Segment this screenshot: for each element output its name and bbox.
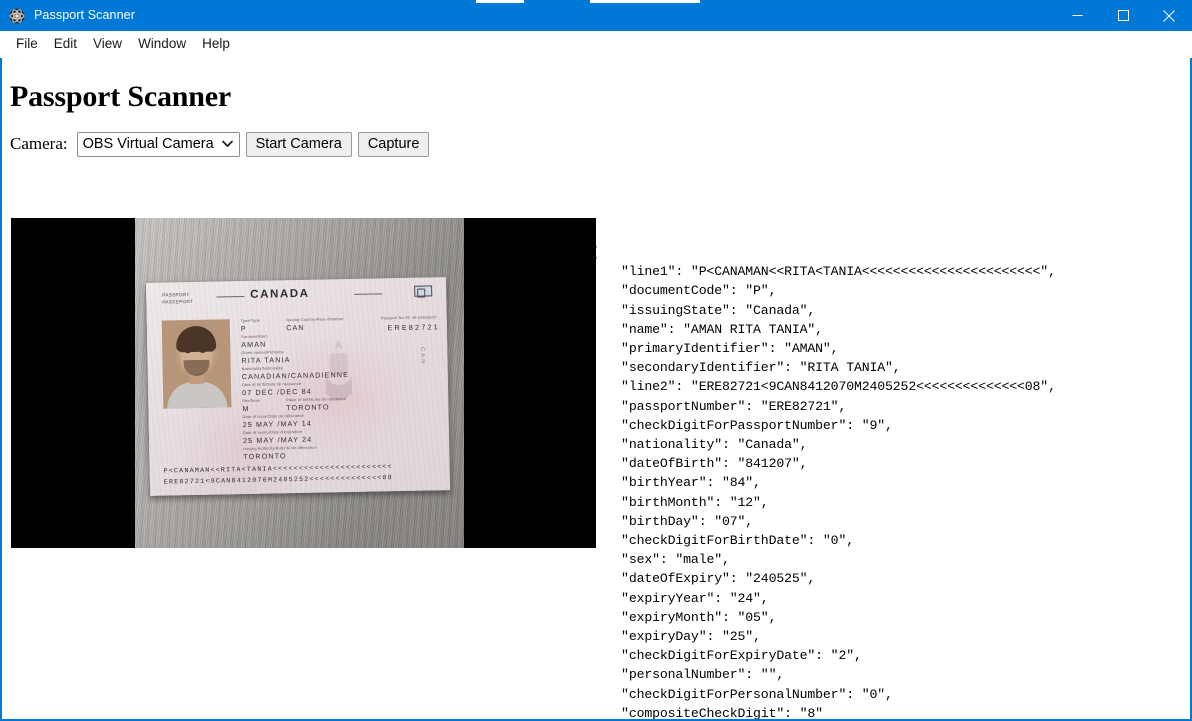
close-button[interactable] [1146,0,1192,31]
camera-frame: PASSPORT PASSEPORT CANADA Type/Type P Is… [135,218,464,548]
json-output: { "line1": "P<CANAMAN<<RITA<TANIA<<<<<<<… [590,243,1056,721]
json-line: "documentCode": "P", [590,283,777,299]
json-line: "line1": "P<CANAMAN<<RITA<TANIA<<<<<<<<<… [590,264,1056,280]
json-line: "expiryMonth": "05", [590,609,777,625]
maximize-button[interactable] [1100,0,1146,31]
json-line: "dateOfBirth": "841207", [590,456,808,472]
passport-side-text: CAN [419,346,426,366]
json-line: "secondaryIdentifier": "RITA TANIA", [590,360,901,376]
passport-no-header: Passport No./N° de passeport [380,315,437,321]
sex-value: M [242,403,250,414]
json-line: "birthDay": "07", [590,513,754,529]
pob-value: TORONTO [286,402,330,413]
passport-mrz: P<CANAMAN<<RITA<TANIA<<<<<<<<<<<<<<<<<<<… [163,461,393,487]
camera-preview[interactable]: PASSPORT PASSEPORT CANADA Type/Type P Is… [11,218,596,548]
electron-atom-icon [9,8,25,24]
capture-button[interactable]: Capture [357,131,430,157]
passport-photo [161,319,232,409]
json-line: "compositeCheckDigit": "8" [590,705,823,721]
json-line: "dateOfExpiry": "240525", [590,571,816,587]
menu-item-view[interactable]: View [85,33,130,55]
json-line: "personalNumber": "", [590,667,785,683]
passport-label: PASSPORT PASSEPORT [162,292,194,305]
titlebar-artifact [476,0,524,3]
passport-no-value: ERE82721 [387,322,440,333]
json-line: "checkDigitForPassportNumber": "9", [590,417,893,433]
biometric-chip-icon [414,285,433,297]
type-value: P [240,323,247,334]
json-line: "checkDigitForBirthDate": "0", [590,533,854,549]
camera-select[interactable]: OBS Virtual Camera [76,131,240,157]
window-title: Passport Scanner [34,8,135,22]
app-content: Passport Scanner Camera: OBS Virtual Cam… [0,58,1192,721]
json-line: "sex": "male", [590,552,730,568]
json-line: "birthYear": "84", [590,475,761,491]
menu-item-window[interactable]: Window [130,33,194,55]
json-line: { [590,245,598,260]
json-line: "birthMonth": "12", [590,494,769,510]
json-line: "checkDigitForExpiryDate": "2", [590,648,862,664]
json-line: "issuingState": "Canada", [590,302,816,318]
menu-item-edit[interactable]: Edit [46,33,85,55]
country-rule-left [216,296,245,298]
json-line: "primaryIdentifier": "AMAN", [590,341,839,357]
passport-country: CANADA [250,287,310,301]
title-bar: Passport Scanner [0,0,1192,31]
menu-item-file[interactable]: File [8,33,46,55]
country-rule-right [354,293,383,295]
menu-item-help[interactable]: Help [194,33,238,55]
camera-controls: Camera: OBS Virtual Camera Start Camera … [2,114,1190,158]
page-title: Passport Scanner [10,80,231,113]
app-window: Passport Scanner File Edit View Window H… [0,0,1192,721]
issuing-country-value: CAN [286,322,305,333]
json-line: "checkDigitForPersonalNumber": "0", [590,686,893,702]
menu-bar: File Edit View Window Help [0,31,1192,58]
json-line: "expiryDay": "25", [590,629,761,645]
camera-label: Camera: [10,134,68,153]
json-line: "expiryYear": "24", [590,590,769,606]
json-line: "line2": "ERE82721<9CAN8412070M2405252<<… [590,379,1056,395]
passport-document: PASSPORT PASSEPORT CANADA Type/Type P Is… [145,277,451,496]
passport-fields: Type/Type P Issuing Country/Pays émetteu… [241,316,394,463]
window-controls [1054,0,1192,31]
minimize-button[interactable] [1054,0,1100,31]
json-line: "name": "AMAN RITA TANIA", [590,321,823,337]
json-line: "nationality": "Canada", [590,437,808,453]
authority-value: TORONTO [243,451,287,462]
json-line: "passportNumber": "ERE82721", [590,398,847,414]
camera-select-wrap: OBS Virtual Camera [76,131,240,157]
start-camera-button[interactable]: Start Camera [245,131,352,157]
titlebar-artifact [590,0,700,3]
